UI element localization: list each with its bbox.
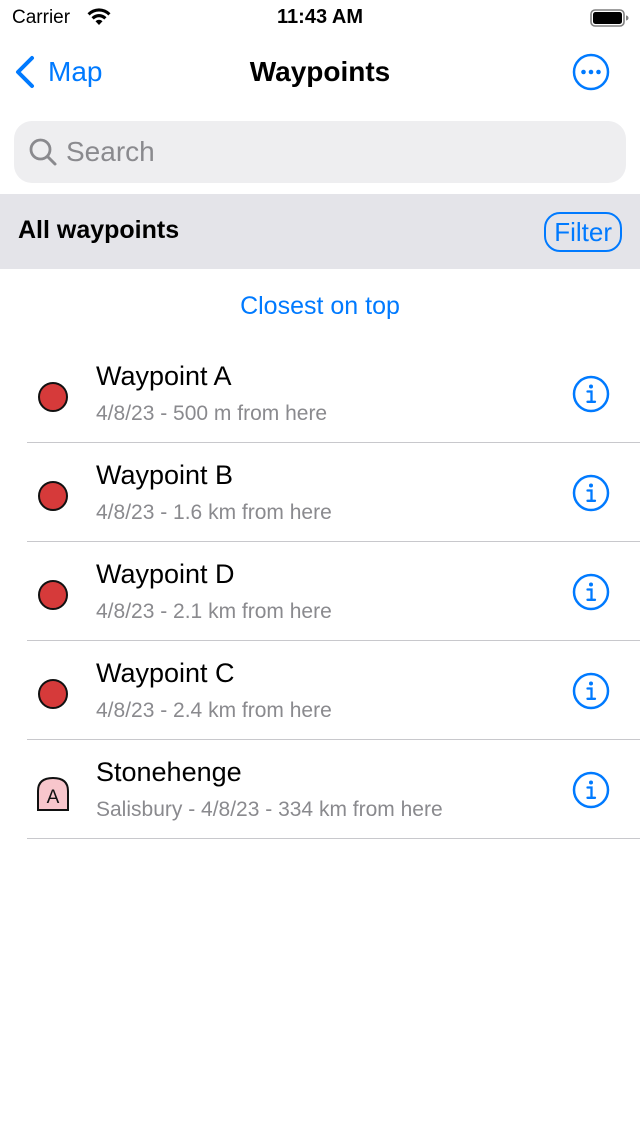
waypoint-subtitle: 4/8/23 - 500 m from here: [96, 402, 328, 425]
navigation-bar: Map Waypoints: [0, 36, 640, 110]
info-icon[interactable]: [572, 474, 610, 512]
info-icon[interactable]: [572, 573, 610, 611]
list-item[interactable]: Waypoint B 4/8/23 - 1.6 km from here: [0, 443, 640, 542]
red-dot-icon: [38, 580, 68, 610]
waypoint-subtitle: Salisbury - 4/8/23 - 334 km from here: [96, 798, 443, 821]
info-icon[interactable]: [572, 672, 610, 710]
back-button-label: Map: [48, 56, 103, 87]
list-item[interactable]: A Stonehenge Salisbury - 4/8/23 - 334 km…: [0, 740, 640, 839]
filter-button[interactable]: Filter: [544, 212, 622, 252]
list-item[interactable]: Waypoint D 4/8/23 - 2.1 km from here: [0, 542, 640, 641]
more-options-icon[interactable]: [572, 53, 610, 91]
waypoint-title: Waypoint D: [96, 559, 235, 589]
waypoint-title: Waypoint C: [96, 658, 235, 688]
landmark-a-icon: A: [37, 776, 69, 811]
waypoint-subtitle: 4/8/23 - 2.4 km from here: [96, 699, 332, 722]
status-bar: Carrier 11:43 AM: [0, 0, 640, 36]
waypoint-title: Stonehenge: [96, 757, 242, 787]
red-dot-icon: [38, 679, 68, 709]
info-icon[interactable]: [572, 771, 610, 809]
waypoint-subtitle: 4/8/23 - 2.1 km from here: [96, 600, 332, 623]
search-input[interactable]: [66, 127, 586, 177]
status-time: 11:43 AM: [277, 6, 363, 28]
section-header: All waypoints Filter: [0, 194, 640, 269]
row-divider: [27, 838, 640, 839]
info-icon[interactable]: [572, 375, 610, 413]
chevron-left-icon: [16, 56, 34, 88]
waypoint-title: Waypoint A: [96, 361, 232, 391]
list-item[interactable]: Waypoint A 4/8/23 - 500 m from here: [0, 344, 640, 443]
sort-order-button[interactable]: Closest on top: [0, 292, 640, 321]
landmark-letter: A: [47, 787, 60, 808]
list-item[interactable]: Waypoint C 4/8/23 - 2.4 km from here: [0, 641, 640, 740]
back-button[interactable]: Map: [14, 54, 102, 90]
section-title: All waypoints: [18, 216, 180, 244]
waypoint-list: Waypoint A 4/8/23 - 500 m from here Wayp…: [0, 344, 640, 839]
search-icon: [29, 138, 57, 166]
waypoint-title: Waypoint B: [96, 460, 234, 490]
red-dot-icon: [38, 481, 68, 511]
red-dot-icon: [38, 382, 68, 412]
search-bar[interactable]: [14, 121, 626, 183]
battery-icon: [590, 9, 629, 27]
waypoint-subtitle: 4/8/23 - 1.6 km from here: [96, 501, 332, 524]
